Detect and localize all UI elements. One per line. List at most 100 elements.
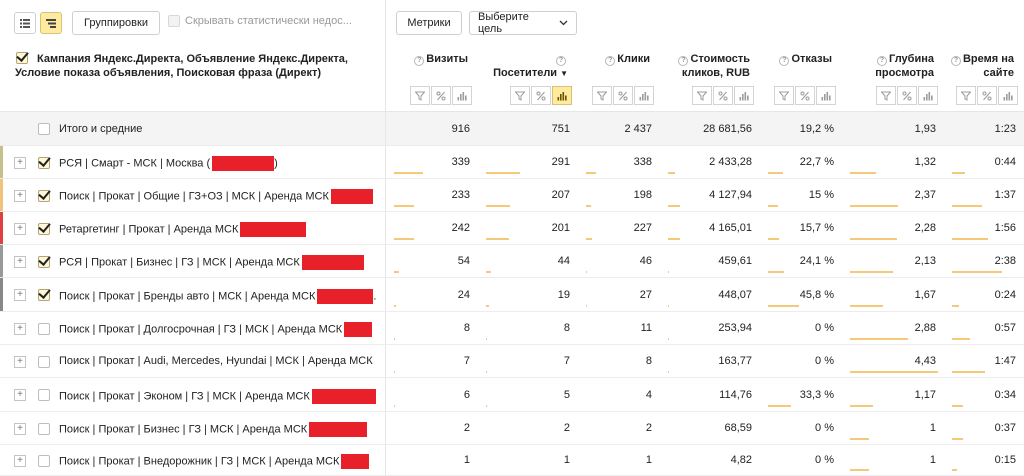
bars-button[interactable] bbox=[552, 86, 572, 105]
bars-button[interactable] bbox=[452, 86, 472, 105]
help-icon[interactable]: ? bbox=[779, 56, 790, 66]
bars-button[interactable] bbox=[734, 86, 754, 105]
filter-button[interactable] bbox=[876, 86, 896, 105]
percent-button[interactable] bbox=[613, 86, 633, 105]
hide-insignificant-box[interactable] bbox=[168, 15, 180, 27]
column-header[interactable]: ? Отказы bbox=[760, 42, 842, 112]
percent-button[interactable] bbox=[977, 86, 997, 105]
metric-value: 4,43 bbox=[914, 355, 936, 367]
table-row[interactable]: + Ретаргетинг | Прокат | Аренда МСК 242 201… bbox=[0, 212, 1024, 245]
bars-button[interactable] bbox=[998, 86, 1018, 105]
percent-button[interactable] bbox=[431, 86, 451, 105]
column-controls bbox=[592, 86, 654, 105]
filter-icon bbox=[961, 91, 971, 101]
table-row[interactable]: + РСЯ | Смарт - МСК | Москва () 339 291 338 2… bbox=[0, 146, 1024, 179]
groupings-button[interactable]: Группировки bbox=[72, 11, 160, 35]
percent-icon bbox=[800, 91, 810, 100]
metric-value: 2,88 bbox=[914, 322, 936, 334]
help-icon[interactable]: ? bbox=[605, 56, 616, 66]
row-checkbox[interactable] bbox=[38, 389, 50, 401]
percent-button[interactable] bbox=[897, 86, 917, 105]
help-icon[interactable]: ? bbox=[877, 56, 888, 66]
filter-button[interactable] bbox=[510, 86, 530, 105]
metric-bar bbox=[668, 305, 669, 307]
bars-button[interactable] bbox=[634, 86, 654, 105]
help-icon[interactable]: ? bbox=[678, 56, 689, 66]
row-checkbox[interactable] bbox=[38, 289, 50, 301]
table-row[interactable]: + РСЯ | Прокат | Бизнес | ГЗ | МСК | Арен… bbox=[0, 245, 1024, 278]
expand-row-icon[interactable]: + bbox=[14, 222, 26, 235]
toolbar-left: Группировки Скрывать статистически недос… bbox=[0, 0, 386, 42]
row-checkbox[interactable] bbox=[38, 189, 50, 202]
row-checkbox[interactable] bbox=[38, 355, 50, 368]
metric-bar bbox=[486, 238, 509, 240]
metric-value: 1:47 bbox=[994, 355, 1016, 367]
table-row[interactable]: + Поиск | Прокат | Общие | ГЗ+ОЗ | МСК | … bbox=[0, 179, 1024, 212]
filter-button[interactable] bbox=[956, 86, 976, 105]
expand-row-icon[interactable]: + bbox=[14, 389, 26, 401]
row-label-suffix: ) bbox=[274, 157, 278, 170]
filter-button[interactable] bbox=[774, 86, 794, 105]
metric-value: 227 bbox=[633, 222, 652, 234]
filter-button[interactable] bbox=[692, 86, 712, 105]
column-header[interactable]: ?Посетители ▼ bbox=[478, 42, 578, 112]
expand-row-icon[interactable]: + bbox=[14, 289, 26, 301]
redacted-block bbox=[240, 222, 307, 237]
metric-value: 2 bbox=[463, 422, 470, 434]
filter-button[interactable] bbox=[410, 86, 430, 105]
metrics-button[interactable]: Метрики bbox=[396, 11, 462, 35]
bars-button[interactable] bbox=[918, 86, 938, 105]
percent-button[interactable] bbox=[713, 86, 733, 105]
help-icon[interactable]: ? bbox=[950, 56, 961, 66]
row-checkbox[interactable] bbox=[38, 422, 50, 435]
column-header[interactable]: ? Клики bbox=[578, 42, 660, 112]
metric-bar bbox=[486, 205, 510, 207]
sort-desc-icon[interactable]: ▼ bbox=[560, 69, 568, 78]
expand-row-icon[interactable]: + bbox=[14, 156, 26, 169]
row-checkbox[interactable] bbox=[38, 322, 50, 335]
table-row[interactable]: + Поиск | Прокат | Бренды авто | МСК | Ар… bbox=[0, 278, 1024, 312]
row-checkbox[interactable] bbox=[38, 123, 50, 135]
column-header-label: ? Время на сайте bbox=[948, 52, 1020, 80]
table-row[interactable]: + Поиск | Прокат | Внедорожник | ГЗ | МСК… bbox=[0, 445, 1024, 476]
help-icon[interactable]: ? bbox=[556, 56, 566, 66]
metric-bar bbox=[668, 271, 669, 273]
table-row[interactable]: + Поиск | Прокат | Эконом | ГЗ | МСК | Ар… bbox=[0, 378, 1024, 412]
metric-value: 291 bbox=[551, 156, 570, 168]
expand-row-icon[interactable]: + bbox=[14, 355, 26, 368]
row-checkbox[interactable] bbox=[38, 454, 50, 467]
row-checkbox[interactable] bbox=[38, 156, 50, 169]
column-header[interactable]: ? Визиты bbox=[386, 42, 478, 112]
filter-button[interactable] bbox=[592, 86, 612, 105]
expand-row-icon[interactable]: + bbox=[14, 255, 26, 268]
expand-row-icon[interactable]: + bbox=[14, 454, 26, 467]
metric-value: 1,32 bbox=[914, 156, 936, 168]
list-view-button[interactable] bbox=[14, 12, 36, 34]
expand-row-icon[interactable]: + bbox=[14, 422, 26, 435]
column-header[interactable]: ? Глубина просмотра bbox=[842, 42, 944, 112]
bars-button[interactable] bbox=[816, 86, 836, 105]
row-checkbox[interactable] bbox=[38, 255, 50, 268]
metric-value: 28 681,56 bbox=[703, 122, 752, 135]
tree-view-button[interactable] bbox=[40, 12, 62, 34]
percent-button[interactable] bbox=[795, 86, 815, 105]
expand-row-icon[interactable]: + bbox=[14, 322, 26, 335]
hide-insignificant-checkbox[interactable]: Скрывать статистически недос... bbox=[168, 15, 352, 27]
row-checkbox[interactable] bbox=[38, 222, 50, 235]
column-header[interactable]: ? Время на сайте bbox=[944, 42, 1024, 112]
percent-button[interactable] bbox=[531, 86, 551, 105]
column-header[interactable]: ? Стоимость кликов, RUB bbox=[660, 42, 760, 112]
goal-select[interactable]: Выберите цель bbox=[469, 11, 577, 35]
table-row[interactable]: + Поиск | Прокат | Audi, Mercedes, Hyunda… bbox=[0, 345, 1024, 378]
help-icon[interactable]: ? bbox=[414, 56, 425, 66]
table-row[interactable]: + Поиск | Прокат | Бизнес | ГЗ | МСК | Ар… bbox=[0, 412, 1024, 445]
bar-chart-icon bbox=[557, 91, 567, 100]
row-label-text: Поиск | Прокат | Общие | ГЗ+ОЗ | МСК | А… bbox=[59, 190, 329, 203]
metric-value: 338 bbox=[633, 156, 652, 168]
metric-value: 0 % bbox=[815, 322, 834, 334]
table-row[interactable]: + Поиск | Прокат | Долгосрочная | ГЗ | МС… bbox=[0, 312, 1024, 345]
redacted-block bbox=[301, 255, 364, 270]
redacted-block bbox=[311, 388, 376, 404]
metric-bar bbox=[586, 238, 592, 240]
expand-row-icon[interactable]: + bbox=[14, 189, 26, 202]
